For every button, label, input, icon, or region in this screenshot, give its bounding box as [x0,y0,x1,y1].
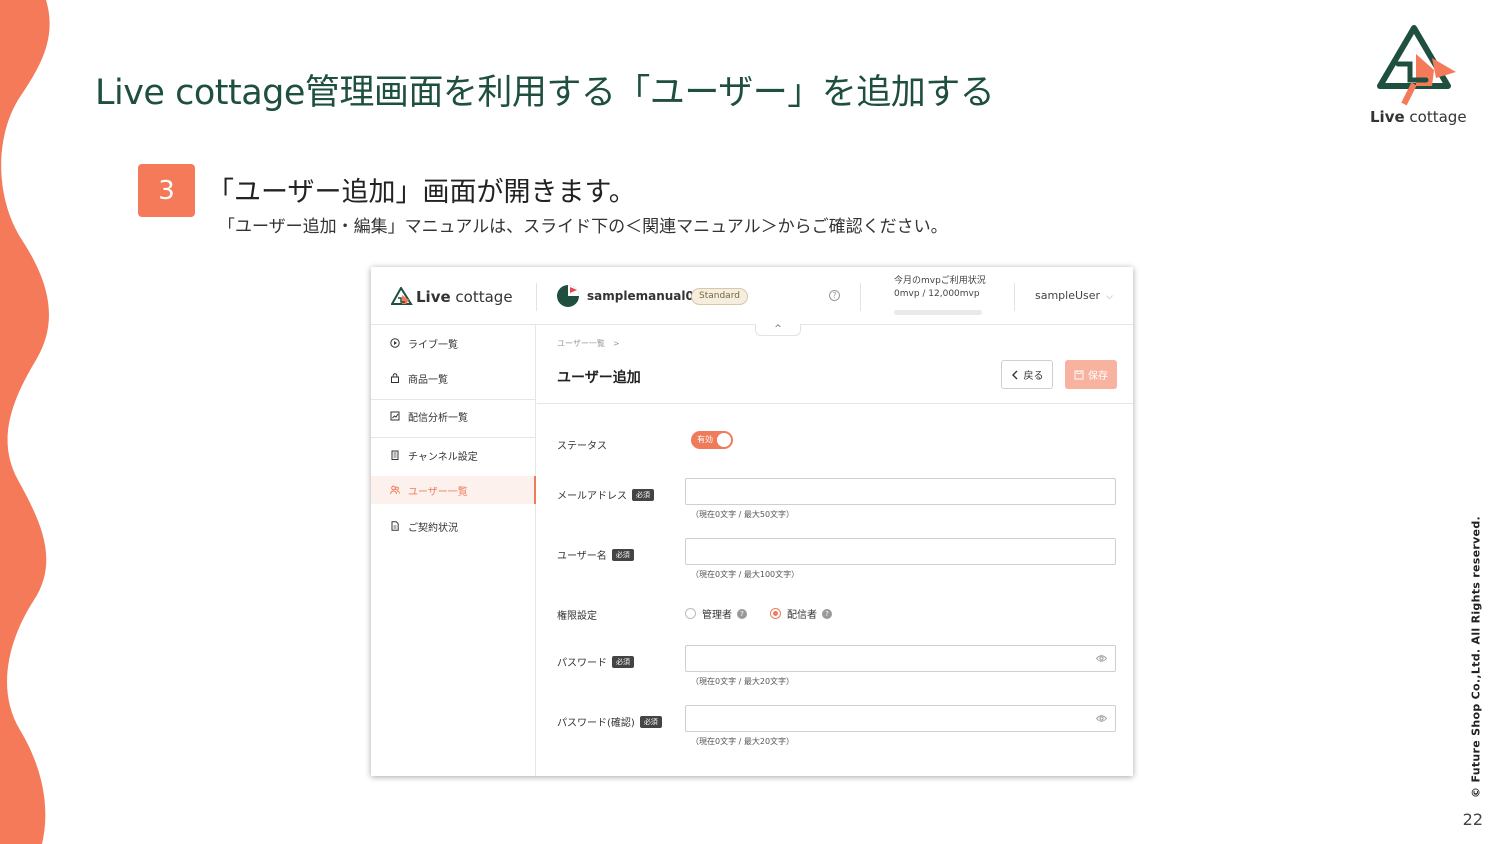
password-confirm-field[interactable] [685,705,1116,732]
decorative-wave [0,0,50,844]
header-divider [537,403,1133,404]
radio-button[interactable] [770,608,781,619]
radio-button[interactable] [685,608,696,619]
sidebar-item-label: 配信分析一覧 [408,412,468,424]
help-icon[interactable]: ? [737,608,747,619]
sidebar-item-analytics[interactable]: 配信分析一覧 [371,402,536,430]
status-label: ステータス [557,441,607,452]
plan-badge: Standard [691,288,748,305]
email-char-count: （現在0文字 / 最大50文字） [691,510,795,519]
email-field[interactable] [685,478,1116,505]
sidebar-divider [371,437,536,438]
shopping-bag-icon [390,373,400,383]
status-toggle[interactable]: 有効 [691,431,733,449]
mvp-usage-label: 今月のmvpご利用状況 [894,276,986,286]
user-menu[interactable]: sampleUser ⌵ [1035,289,1113,302]
breadcrumb[interactable]: ユーザー一覧 > [557,338,620,349]
header-divider [860,283,861,311]
header-divider [536,283,537,311]
sidebar-item-label: チャンネル設定 [408,451,478,463]
main-content: ユーザー一覧 > ユーザー追加 戻る 保存 ステータス 有効 メールアドレス 必須… [537,325,1133,776]
sidebar-item-live-list[interactable]: ライブ一覧 [371,329,536,357]
brand-logo-text: Live cottage [1370,108,1467,126]
sidebar-item-label: 商品一覧 [408,374,448,386]
required-badge: 必須 [639,715,662,728]
back-button[interactable]: 戻る [1001,360,1053,389]
sidebar-item-channel-settings[interactable]: チャンネル設定 [371,441,536,469]
brand-logo: Live cottage [1366,24,1467,128]
step-heading: 「ユーザー追加」画面が開きます。 [207,177,636,208]
users-icon [390,485,400,495]
sidebar: ライブ一覧 商品一覧 配信分析一覧 チャンネル設定 ユーザー一覧 ご契約状況 [371,325,536,776]
app-screenshot: Live cottage samplemanual01 Standard ? 今… [371,267,1133,776]
required-badge: 必須 [611,548,634,561]
sidebar-item-contract-status[interactable]: ご契約状況 [371,512,536,540]
username-field[interactable] [685,538,1116,565]
chevron-left-icon [1011,370,1017,379]
chevron-down-icon: ⌵ [1106,292,1113,302]
password-label: パスワード 必須 [557,654,634,669]
password-confirm-label: パスワード(確認) 必須 [557,714,662,729]
password-char-count: （現在0文字 / 最大20文字） [691,677,795,686]
role-radio-streamer[interactable]: 配信者 ? [770,606,832,621]
eye-icon[interactable] [1096,714,1107,723]
header-divider [1014,283,1015,311]
help-icon[interactable]: ? [822,608,832,619]
page-number: 22 [1462,810,1483,829]
eye-icon[interactable] [1096,654,1107,663]
app-header: Live cottage samplemanual01 Standard ? 今… [371,267,1133,325]
password-field[interactable] [685,645,1116,672]
tenant-name[interactable]: samplemanual01 [587,289,702,303]
sidebar-item-user-list[interactable]: ユーザー一覧 [371,476,536,504]
email-label: メールアドレス 必須 [557,487,654,502]
help-icon[interactable]: ? [829,290,840,301]
page-title: ユーザー追加 [557,370,641,386]
tenant-avatar-icon [557,285,579,307]
step-number-badge: 3 [138,164,195,217]
app-logo-text: Live cottage [416,288,513,306]
required-badge: 必須 [612,655,634,668]
password-confirm-char-count: （現在0文字 / 最大20文字） [691,737,795,746]
building-icon [390,450,400,460]
document-icon [390,521,400,531]
chart-icon [390,411,400,421]
app-logo[interactable]: Live cottage [391,287,513,307]
role-radio-admin[interactable]: 管理者 ? [685,606,747,621]
mvp-usage-bar [894,310,982,315]
step-note: 「ユーザー追加・編集」マニュアルは、スライド下の＜関連マニュアル＞からご確認くだ… [218,217,948,237]
username-char-count: （現在0文字 / 最大100文字） [691,570,800,579]
sidebar-divider [371,399,536,400]
floppy-disk-icon [1074,370,1084,379]
slide-title: Live cottage管理画面を利用する「ユーザー」を追加する [95,73,995,113]
play-circle-icon [390,338,400,348]
save-button[interactable]: 保存 [1065,360,1117,389]
status-toggle-text: 有効 [697,435,713,444]
mvp-usage-value: 0mvp / 12,000mvp [894,289,980,299]
house-logo-icon [1377,25,1456,106]
required-badge: 必須 [632,488,654,501]
role-label: 権限設定 [557,611,597,622]
sidebar-item-label: ライブ一覧 [408,339,458,351]
copyright-notice: © Future Shop Co.,Ltd. All Rights reserv… [1469,516,1483,798]
sidebar-item-label: ユーザー一覧 [408,486,468,498]
sidebar-item-label: ご契約状況 [408,522,458,534]
username-label: ユーザー名 必須 [557,547,634,562]
sidebar-item-product-list[interactable]: 商品一覧 [371,364,536,392]
toggle-knob [717,433,731,447]
house-logo-icon [391,287,413,305]
